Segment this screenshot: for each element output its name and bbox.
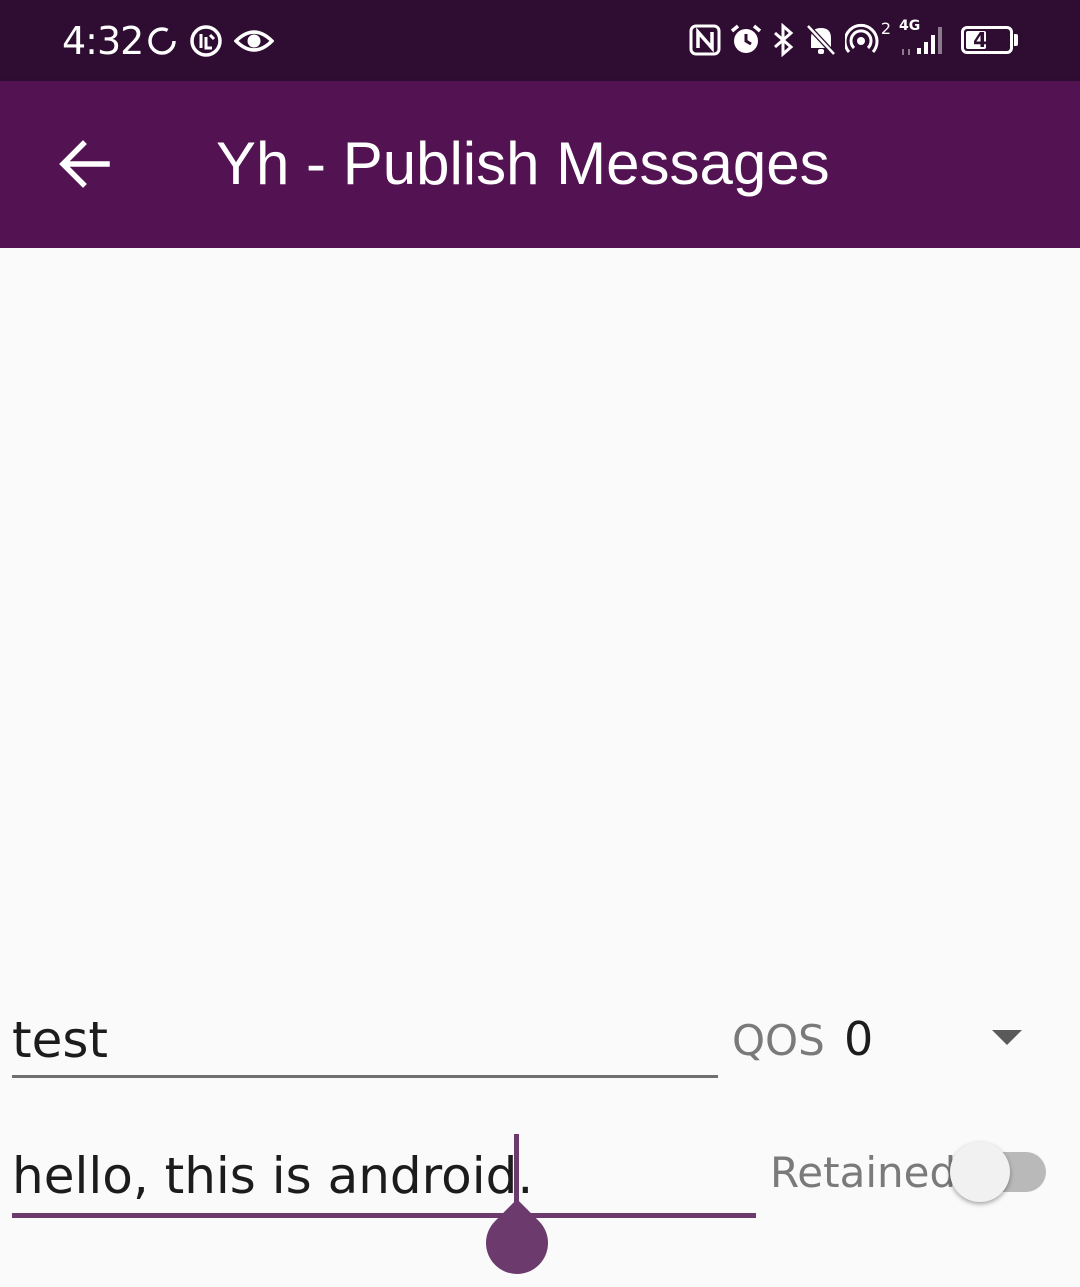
bluetooth-icon xyxy=(771,23,797,57)
page-title: Yh - Publish Messages xyxy=(216,130,830,197)
nfc-icon xyxy=(689,24,721,56)
status-right-icons: 2 4G 47 xyxy=(689,18,1018,60)
hotspot-icon: 2 xyxy=(844,19,891,57)
app-bar: Yh - Publish Messages xyxy=(0,81,1080,248)
status-bar: 4:32 2 4G 47 xyxy=(0,0,1080,81)
data-saver-icon xyxy=(188,23,224,59)
battery-level: 47 xyxy=(973,28,1001,52)
battery-cap xyxy=(1014,34,1018,46)
switch-thumb xyxy=(950,1142,1010,1202)
topic-input[interactable] xyxy=(12,1004,718,1078)
signal-icon: 4G xyxy=(899,18,947,58)
status-time: 4:32 xyxy=(62,19,144,63)
back-button[interactable] xyxy=(44,123,126,205)
bell-off-icon xyxy=(805,23,837,57)
message-input[interactable] xyxy=(12,1138,756,1218)
retained-toggle[interactable] xyxy=(950,1140,1050,1204)
status-left-icons xyxy=(146,22,274,60)
dropdown-arrow-icon xyxy=(992,1030,1022,1045)
alarm-icon xyxy=(729,23,763,57)
qos-selected-value: 0 xyxy=(844,1012,874,1066)
qos-dropdown[interactable]: 0 xyxy=(830,1004,1030,1076)
eye-icon xyxy=(234,25,274,57)
qos-label: QOS xyxy=(732,1016,825,1065)
battery-body: 47 xyxy=(961,26,1013,54)
message-list-area xyxy=(0,248,1080,1250)
sync-icon xyxy=(146,25,178,57)
battery-icon: 47 xyxy=(961,26,1018,54)
hotspot-count: 2 xyxy=(880,19,891,38)
arrow-left-icon xyxy=(59,140,110,188)
retained-label: Retained xyxy=(770,1148,957,1197)
